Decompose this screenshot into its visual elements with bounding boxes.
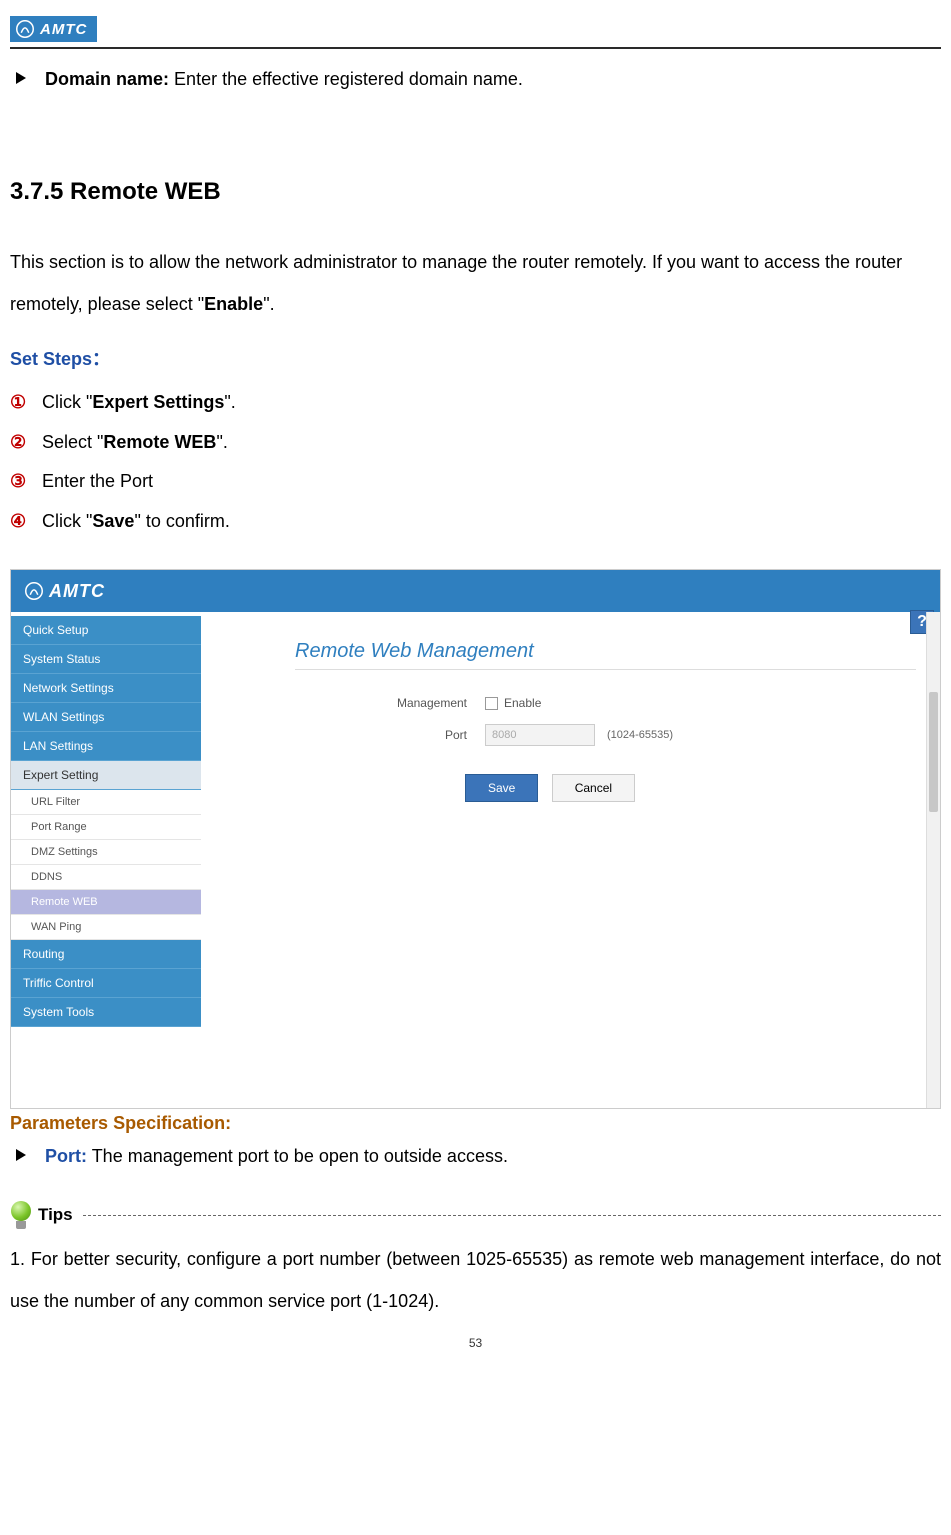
doc-header: AMTC [10, 10, 941, 49]
intro-post: ". [263, 294, 274, 314]
step-1-bold: Expert Settings [92, 392, 224, 412]
port-hint: (1024-65535) [607, 729, 673, 741]
nav-system-status[interactable]: System Status [11, 645, 201, 674]
webui-brand-text: AMTC [49, 581, 105, 602]
cancel-button[interactable]: Cancel [552, 774, 635, 802]
nav-sub-wan-ping[interactable]: WAN Ping [11, 915, 201, 940]
nav-traffic-control[interactable]: Triffic Control [11, 969, 201, 998]
brand-mark-icon [16, 20, 34, 38]
webui-brand-mark-icon [25, 582, 43, 600]
brand-text: AMTC [40, 21, 87, 38]
nav-routing[interactable]: Routing [11, 940, 201, 969]
domain-name-desc: Enter the effective registered domain na… [169, 69, 523, 89]
step-4-bold: Save [92, 511, 134, 531]
param-port-key: Port: [45, 1146, 87, 1166]
nav-sub-dmz-settings[interactable]: DMZ Settings [11, 840, 201, 865]
set-steps-heading: Set Steps： [10, 345, 941, 371]
nav-expert-setting[interactable]: Expert Setting [11, 761, 201, 790]
step-2-post: ". [216, 432, 227, 452]
webui-content-pane: Remote Web Management Management Enable … [201, 612, 940, 1108]
port-label: Port [225, 728, 485, 742]
nav-system-tools[interactable]: System Tools [11, 998, 201, 1027]
step-3-pre: Enter the Port [42, 471, 153, 491]
nav-network-settings[interactable]: Network Settings [11, 674, 201, 703]
tips-header: Tips [10, 1201, 941, 1229]
section-heading: 3.7.5 Remote WEB [10, 178, 941, 206]
step-1-pre: Click " [42, 392, 92, 412]
params-spec-heading: Parameters Specification: [10, 1113, 941, 1134]
step-2-num: ② [10, 423, 42, 463]
management-row: Management Enable [225, 696, 916, 710]
nav-sub-port-range[interactable]: Port Range [11, 815, 201, 840]
intro-pre: This section is to allow the network adm… [10, 252, 902, 313]
webui-sidebar: Quick Setup System Status Network Settin… [11, 612, 201, 1108]
webui-brand-logo: AMTC [25, 581, 105, 602]
step-3: ③ Enter the Port [10, 462, 941, 502]
nav-quick-setup[interactable]: Quick Setup [11, 616, 201, 645]
router-webui-screenshot: AMTC ? Quick Setup System Status Network… [10, 569, 941, 1109]
nav-wlan-settings[interactable]: WLAN Settings [11, 703, 201, 732]
bullet-triangle-icon [16, 1149, 26, 1161]
step-2: ② Select "Remote WEB". [10, 423, 941, 463]
lightbulb-icon [10, 1201, 32, 1229]
port-row: Port (1024-65535) [225, 724, 916, 746]
page-number: 53 [10, 1336, 941, 1350]
port-input[interactable] [485, 724, 595, 746]
step-1-num: ① [10, 383, 42, 423]
nav-sub-ddns[interactable]: DDNS [11, 865, 201, 890]
bullet-triangle-icon [16, 72, 26, 84]
tips-divider [83, 1215, 941, 1216]
pane-title: Remote Web Management [295, 640, 916, 670]
step-1-post: ". [224, 392, 235, 412]
intro-bold: Enable [204, 294, 263, 314]
domain-name-term: Domain name: [45, 69, 169, 89]
management-label: Management [225, 696, 485, 710]
param-port-desc: The management port to be open to outsid… [87, 1146, 508, 1166]
webui-topbar: AMTC [11, 570, 940, 612]
intro-paragraph: This section is to allow the network adm… [10, 242, 941, 325]
nav-lan-settings[interactable]: LAN Settings [11, 732, 201, 761]
nav-sub-remote-web[interactable]: Remote WEB [11, 890, 201, 915]
tips-label: Tips [38, 1205, 73, 1225]
brand-logo: AMTC [10, 16, 97, 42]
step-2-bold: Remote WEB [103, 432, 216, 452]
enable-label: Enable [504, 696, 541, 710]
save-button[interactable]: Save [465, 774, 538, 802]
nav-sub-url-filter[interactable]: URL Filter [11, 790, 201, 815]
param-port: Port: The management port to be open to … [10, 1142, 941, 1171]
button-row: Save Cancel [465, 774, 916, 802]
vertical-scrollbar[interactable] [926, 612, 940, 1108]
enable-checkbox[interactable] [485, 697, 498, 710]
step-4-post: " to confirm. [134, 511, 229, 531]
step-1: ① Click "Expert Settings". [10, 383, 941, 423]
step-2-pre: Select " [42, 432, 103, 452]
tip-text: 1. For better security, configure a port… [10, 1239, 941, 1322]
step-3-num: ③ [10, 462, 42, 502]
domain-name-definition: Domain name: Enter the effective registe… [10, 61, 941, 98]
step-4-pre: Click " [42, 511, 92, 531]
steps-list: ① Click "Expert Settings". ② Select "Rem… [10, 383, 941, 541]
step-4: ④ Click "Save" to confirm. [10, 502, 941, 542]
step-4-num: ④ [10, 502, 42, 542]
